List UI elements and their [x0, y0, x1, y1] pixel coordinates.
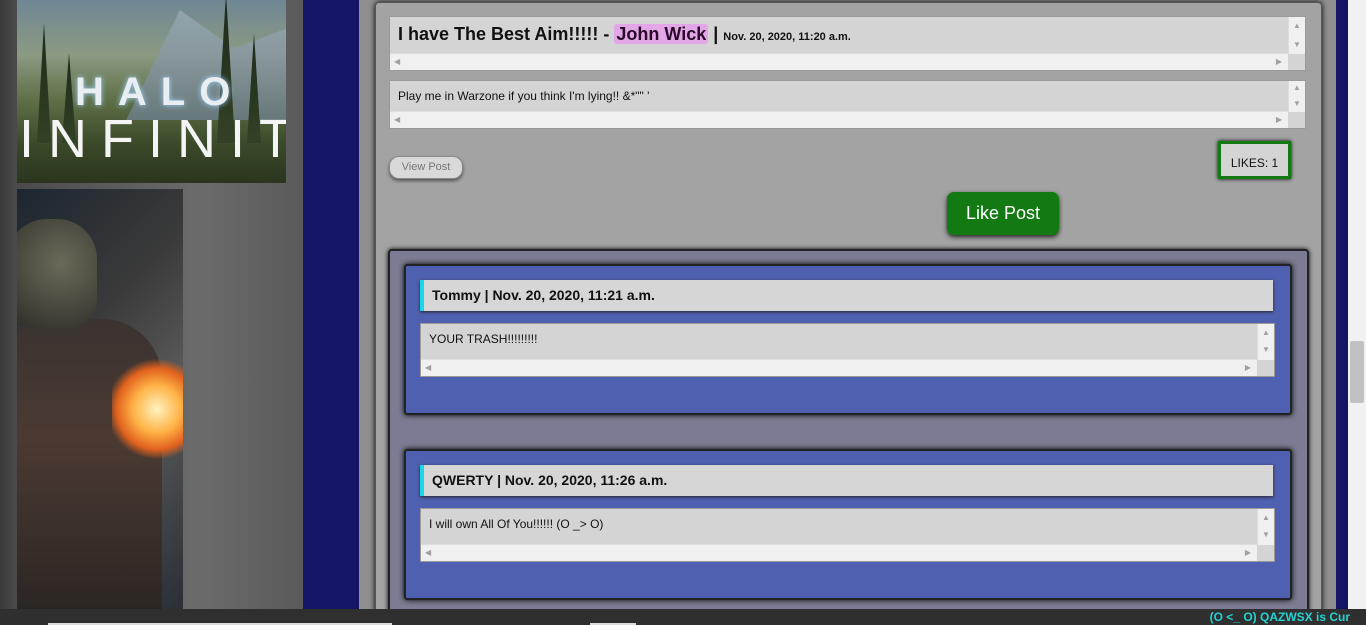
infinite-logo-text: INFINIT	[19, 109, 286, 169]
body-horizontal-scrollbar[interactable]: ◀ ▶	[390, 111, 1288, 128]
post-date: Nov. 20, 2020, 11:20 a.m.	[723, 31, 851, 43]
page-scrollbar[interactable]	[1348, 0, 1366, 609]
bottom-bar: (O <_ O) QAZWSX is Cur	[0, 609, 1366, 625]
view-post-button[interactable]: View Post	[389, 156, 463, 179]
like-post-button[interactable]: Like Post	[947, 192, 1059, 235]
body-vertical-scrollbar[interactable]: ▲ ▼	[1288, 81, 1305, 112]
comment-body-text: I will own All Of You!!!!!! (O _> O)	[429, 517, 604, 531]
halo-infinite-banner: HALO INFINIT	[17, 0, 286, 183]
right-gutter	[1336, 0, 1348, 609]
title-separator: -	[598, 24, 615, 44]
page-scrollbar-thumb[interactable]	[1350, 341, 1364, 403]
post-title: I have The Best Aim!!!!!	[398, 24, 599, 44]
comment-card: Tommy | Nov. 20, 2020, 11:21 a.m. YOUR T…	[404, 264, 1292, 415]
title-vertical-scrollbar[interactable]: ▲ ▼	[1288, 17, 1305, 54]
comment-body-box: I will own All Of You!!!!!! (O _> O) ▲ ▼ …	[420, 508, 1275, 562]
comment-body-box: YOUR TRASH!!!!!!!!! ▲ ▼ ◀ ▶	[420, 323, 1275, 377]
comment-horizontal-scrollbar[interactable]: ◀ ▶	[421, 544, 1257, 561]
post-title-box: I have The Best Aim!!!!! - John Wick | N…	[389, 16, 1306, 71]
comment-card: QWERTY | Nov. 20, 2020, 11:26 a.m. I wil…	[404, 449, 1292, 600]
title-horizontal-scrollbar[interactable]: ◀ ▶	[390, 53, 1288, 70]
comment-body-text: YOUR TRASH!!!!!!!!!	[429, 332, 538, 346]
post-body-box: Play me in Warzone if you think I'm lyin…	[389, 80, 1306, 129]
comment-vertical-scrollbar[interactable]: ▲ ▼	[1257, 509, 1274, 545]
title-pipe: |	[708, 24, 724, 44]
comment-header: Tommy | Nov. 20, 2020, 11:21 a.m.	[420, 280, 1273, 311]
comment-vertical-scrollbar[interactable]: ▲ ▼	[1257, 324, 1274, 360]
post-title-line: I have The Best Aim!!!!! - John Wick | N…	[398, 24, 851, 45]
master-chief-banner	[17, 189, 183, 609]
likes-counter: LIKES: 1	[1218, 141, 1291, 179]
comment-header: QWERTY | Nov. 20, 2020, 11:26 a.m.	[420, 465, 1273, 496]
post-body-text: Play me in Warzone if you think I'm lyin…	[398, 89, 650, 103]
left-gutter	[303, 0, 359, 609]
post-author[interactable]: John Wick	[614, 24, 709, 44]
status-ticker: (O <_ O) QAZWSX is Cur	[1209, 610, 1350, 624]
comment-horizontal-scrollbar[interactable]: ◀ ▶	[421, 359, 1257, 376]
